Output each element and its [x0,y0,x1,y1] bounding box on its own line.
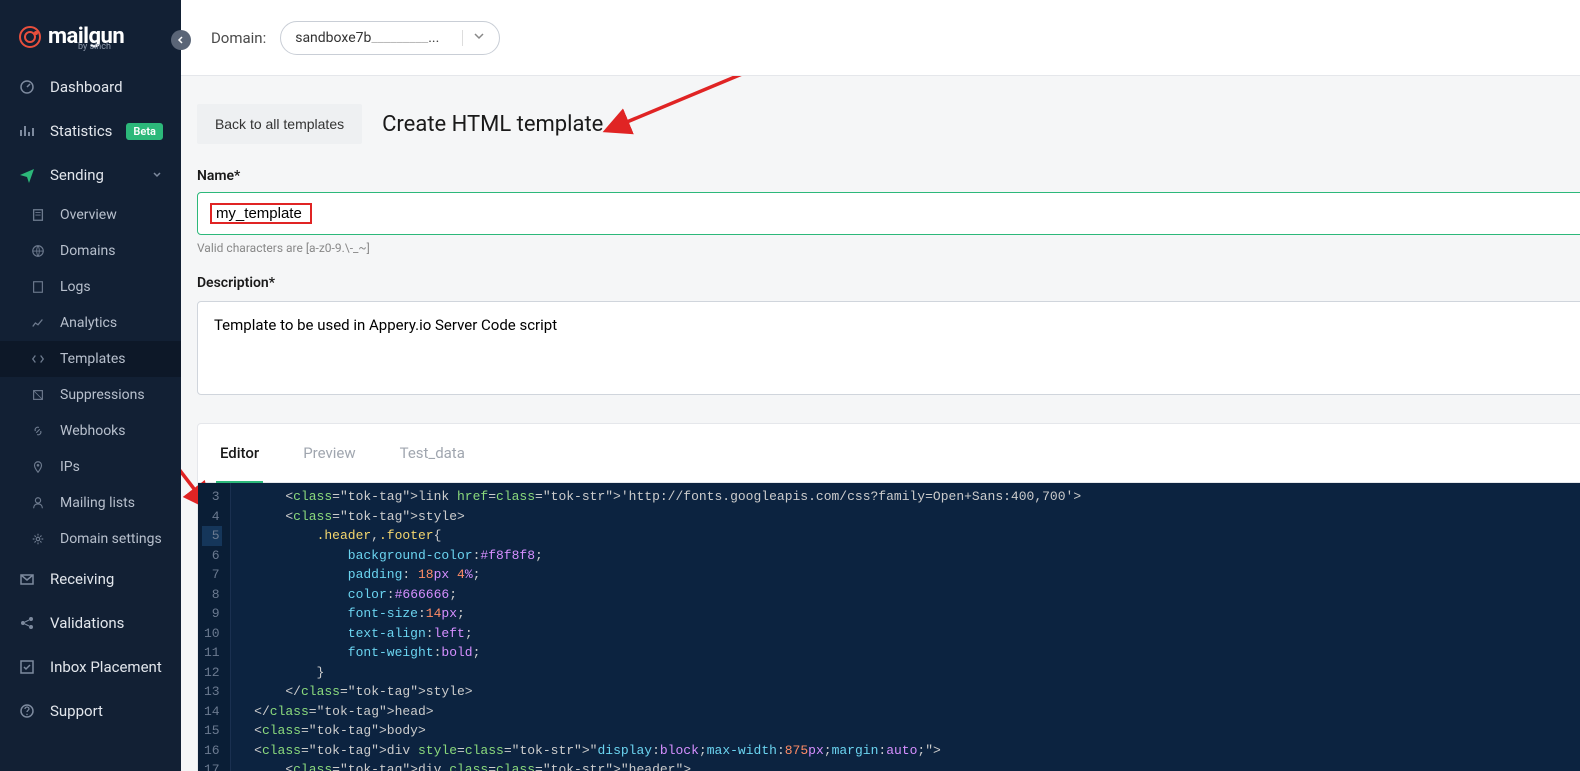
description-label: Description* [197,275,1580,291]
nav-label: Receiving [50,570,114,588]
nav-label: Inbox Placement [50,658,162,676]
sidebar-item-suppressions[interactable]: Suppressions [0,377,181,413]
link-icon [30,423,46,439]
code-gutter: 345678910111213141516171819202122 [198,483,231,771]
name-label: Name* [197,168,1580,184]
inbox-icon [18,570,36,588]
sidebar-item-support[interactable]: Support [0,689,181,733]
gear-icon [30,531,46,547]
description-input[interactable] [197,301,1580,395]
annotation-arrow [612,76,752,148]
ban-icon [30,387,46,403]
domain-label: Domain: [211,29,266,47]
sidebar-item-analytics[interactable]: Analytics [0,305,181,341]
user-icon [30,495,46,511]
nav-label: Overview [60,207,117,223]
mailgun-logo-icon [18,25,42,49]
nav-label: Domains [60,243,115,259]
nav-label: Support [50,702,103,720]
code-content[interactable]: <class="tok-tag">link href=class="tok-st… [231,483,1580,771]
editor-card: Editor Preview Test_data 345678910111213… [197,423,1580,771]
nav-label: Dashboard [50,78,123,96]
send-icon [18,166,36,184]
check-icon [18,658,36,676]
chevron-down-icon [151,166,163,184]
globe-icon [30,243,46,259]
nav-label: Domain settings [60,531,162,547]
tab-test-data[interactable]: Test_data [378,424,487,482]
domain-value: sandboxe7b_________... [295,30,439,46]
name-hint: Valid characters are [a-z0-9.\-_~] [197,241,1580,255]
sidebar-collapse-button[interactable] [171,30,191,50]
chevron-down-icon [462,30,485,46]
sidebar-item-domains[interactable]: Domains [0,233,181,269]
bars-icon [18,122,36,140]
logo: mailgun by sinch [0,0,181,65]
chevron-left-icon [177,36,185,44]
sidebar-item-sending[interactable]: Sending [0,153,181,197]
sidebar-item-receiving[interactable]: Receiving [0,557,181,601]
nav-label: Webhooks [60,423,126,439]
sidebar-item-statistics[interactable]: Statistics Beta [0,109,181,153]
sidebar-item-logs[interactable]: Logs [0,269,181,305]
code-editor[interactable]: 345678910111213141516171819202122 <class… [198,483,1580,771]
nav-label: IPs [60,459,80,475]
sidebar-item-mailing-lists[interactable]: Mailing lists [0,485,181,521]
code-icon [30,351,46,367]
domain-selector[interactable]: sandboxe7b_________... [280,21,500,55]
chart-icon [30,315,46,331]
sidebar: mailgun by sinch Dashboard Statistics Beta… [0,0,181,771]
name-input-wrapper[interactable] [197,192,1580,235]
page-title: Create HTML template [382,112,603,137]
nav-label: Analytics [60,315,117,331]
nav-label: Suppressions [60,387,145,403]
sidebar-item-dashboard[interactable]: Dashboard [0,65,181,109]
tab-preview[interactable]: Preview [281,424,377,482]
doc-icon [30,279,46,295]
sidebar-item-templates[interactable]: Templates [0,341,181,377]
name-input[interactable] [216,205,306,222]
sidebar-item-inbox-placement[interactable]: Inbox Placement [0,645,181,689]
beta-badge: Beta [126,123,163,140]
nav-label: Logs [60,279,91,295]
nav-label: Validations [50,614,124,632]
tab-editor[interactable]: Editor [198,424,281,482]
gauge-icon [18,78,36,96]
sidebar-item-validations[interactable]: Validations [0,601,181,645]
sidebar-item-domain-settings[interactable]: Domain settings [0,521,181,557]
name-input-highlight [210,203,312,224]
pin-icon [30,459,46,475]
help-icon [18,702,36,720]
brand-byline: by sinch [78,42,111,52]
sidebar-item-webhooks[interactable]: Webhooks [0,413,181,449]
nav-label: Statistics [50,122,112,140]
note-icon [30,207,46,223]
nav-label: Templates [60,351,126,367]
nav-label: Sending [50,166,104,184]
topbar: Domain: sandboxe7b_________... Upgrade F… [181,0,1580,76]
back-button[interactable]: Back to all templates [197,104,362,144]
nav-label: Mailing lists [60,495,135,511]
sidebar-item-ips[interactable]: IPs [0,449,181,485]
share-icon [18,614,36,632]
sidebar-item-overview[interactable]: Overview [0,197,181,233]
